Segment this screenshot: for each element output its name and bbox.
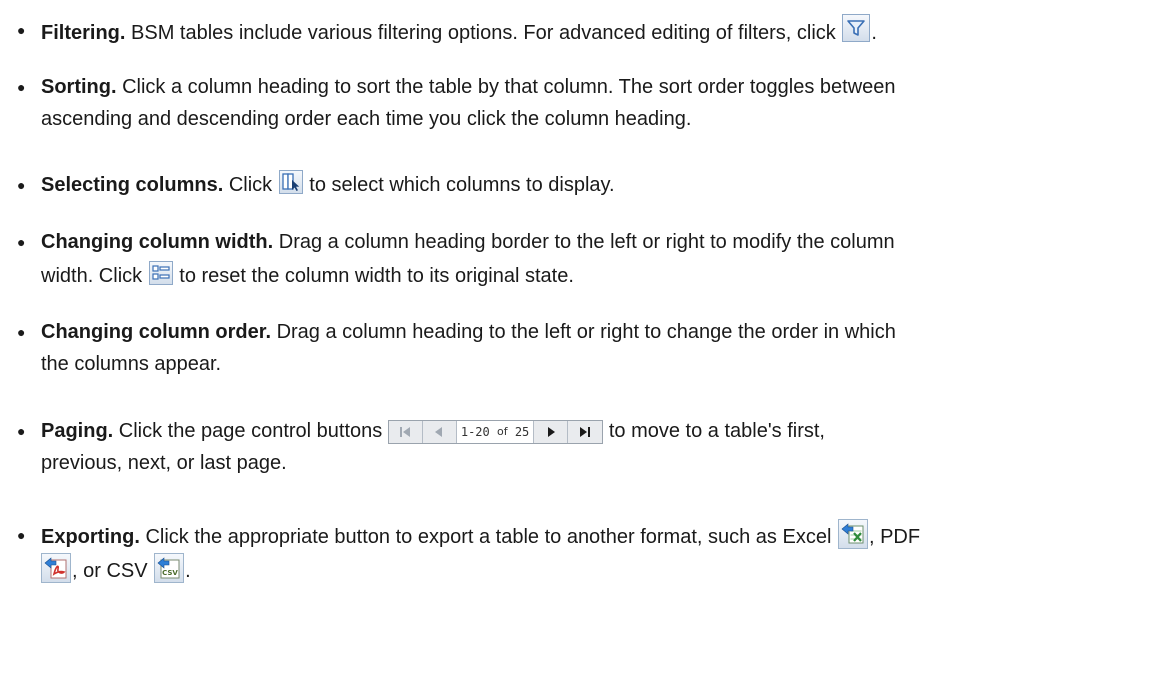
select-columns-icon[interactable] (278, 170, 303, 194)
reset-column-width-icon[interactable] (148, 261, 173, 285)
item-text-line2: ascending and descending order each time… (41, 108, 692, 130)
bullet: ● (17, 527, 26, 543)
first-page-icon[interactable] (389, 421, 423, 443)
item-title: Paging. (41, 420, 114, 442)
page-range-label: 1-20 of 25 (456, 421, 535, 443)
svg-text:CSV: CSV (162, 569, 178, 577)
page-of: of (496, 425, 508, 438)
list-item-sorting: ● Sorting. Click a column heading to sor… (0, 71, 1160, 135)
list-item-filtering: ● Filtering. BSM tables include various … (0, 14, 1160, 49)
excel-export-icon[interactable] (837, 519, 868, 549)
bullet: ● (17, 234, 26, 250)
item-title: Filtering. (41, 22, 126, 44)
item-text-end: , PDF (868, 526, 921, 548)
item-text: Click the page control buttons (113, 420, 388, 442)
last-page-icon[interactable] (568, 421, 602, 443)
item-text-end: to select which columns to display. (303, 174, 615, 196)
bullet: ● (17, 324, 26, 340)
pdf-export-icon[interactable] (41, 553, 71, 583)
item-text-line2-end: . (185, 560, 191, 582)
item-text-end: . (871, 22, 877, 44)
list-item-changing-column-width: ● Changing column width. Drag a column h… (0, 226, 1160, 294)
list-item-selecting-columns: ● Selecting columns. Click to select whi… (0, 169, 1160, 201)
item-text-line2: the columns appear. (41, 353, 222, 375)
item-title: Changing column width. (41, 231, 274, 253)
item-text: Click a column heading to sort the table… (116, 76, 896, 98)
item-title: Sorting. (41, 76, 117, 98)
previous-page-icon[interactable] (423, 421, 457, 443)
item-title: Changing column order. (41, 321, 272, 343)
help-document: ● Filtering. BSM tables include various … (0, 0, 1175, 690)
item-text-line2-mid: , or CSV (72, 560, 154, 582)
list-item-changing-column-order: ● Changing column order. Drag a column h… (0, 316, 1160, 380)
csv-export-icon[interactable]: CSV (154, 553, 185, 583)
item-text-line2: previous, next, or last page. (41, 452, 287, 474)
item-text: Click (223, 174, 278, 196)
page-control-buttons: 1-20 of 25 (387, 420, 604, 444)
bullet: ● (17, 22, 26, 38)
item-text-line2: width. Click to reset the column width t… (41, 258, 1160, 294)
next-page-icon[interactable] (534, 421, 569, 443)
bullet: ● (17, 177, 26, 193)
item-text: Click the appropriate button to export a… (139, 526, 837, 548)
item-text-line2-start: width. Click (41, 265, 148, 287)
item-text-line2: , or CSV CSV. (41, 553, 1160, 586)
bullet: ● (17, 423, 26, 439)
item-title: Exporting. (41, 526, 140, 548)
item-title: Selecting columns. (41, 174, 224, 196)
list-item-exporting: ● Exporting. Click the appropriate butto… (0, 519, 1160, 586)
page-range: 1-20 (460, 425, 490, 439)
page-total: 25 (514, 425, 530, 439)
list-item-paging: ● Paging. Click the page control buttons… (0, 415, 1160, 479)
item-text-line2-end: to reset the column width to its origina… (173, 265, 574, 287)
item-text: Drag a column heading border to the left… (273, 231, 895, 253)
item-text: BSM tables include various filtering opt… (125, 22, 842, 44)
item-text-end: to move to a table's first, (603, 420, 825, 442)
item-text: Drag a column heading to the left or rig… (271, 321, 896, 343)
filter-icon[interactable] (842, 14, 871, 42)
bullet: ● (17, 79, 26, 95)
